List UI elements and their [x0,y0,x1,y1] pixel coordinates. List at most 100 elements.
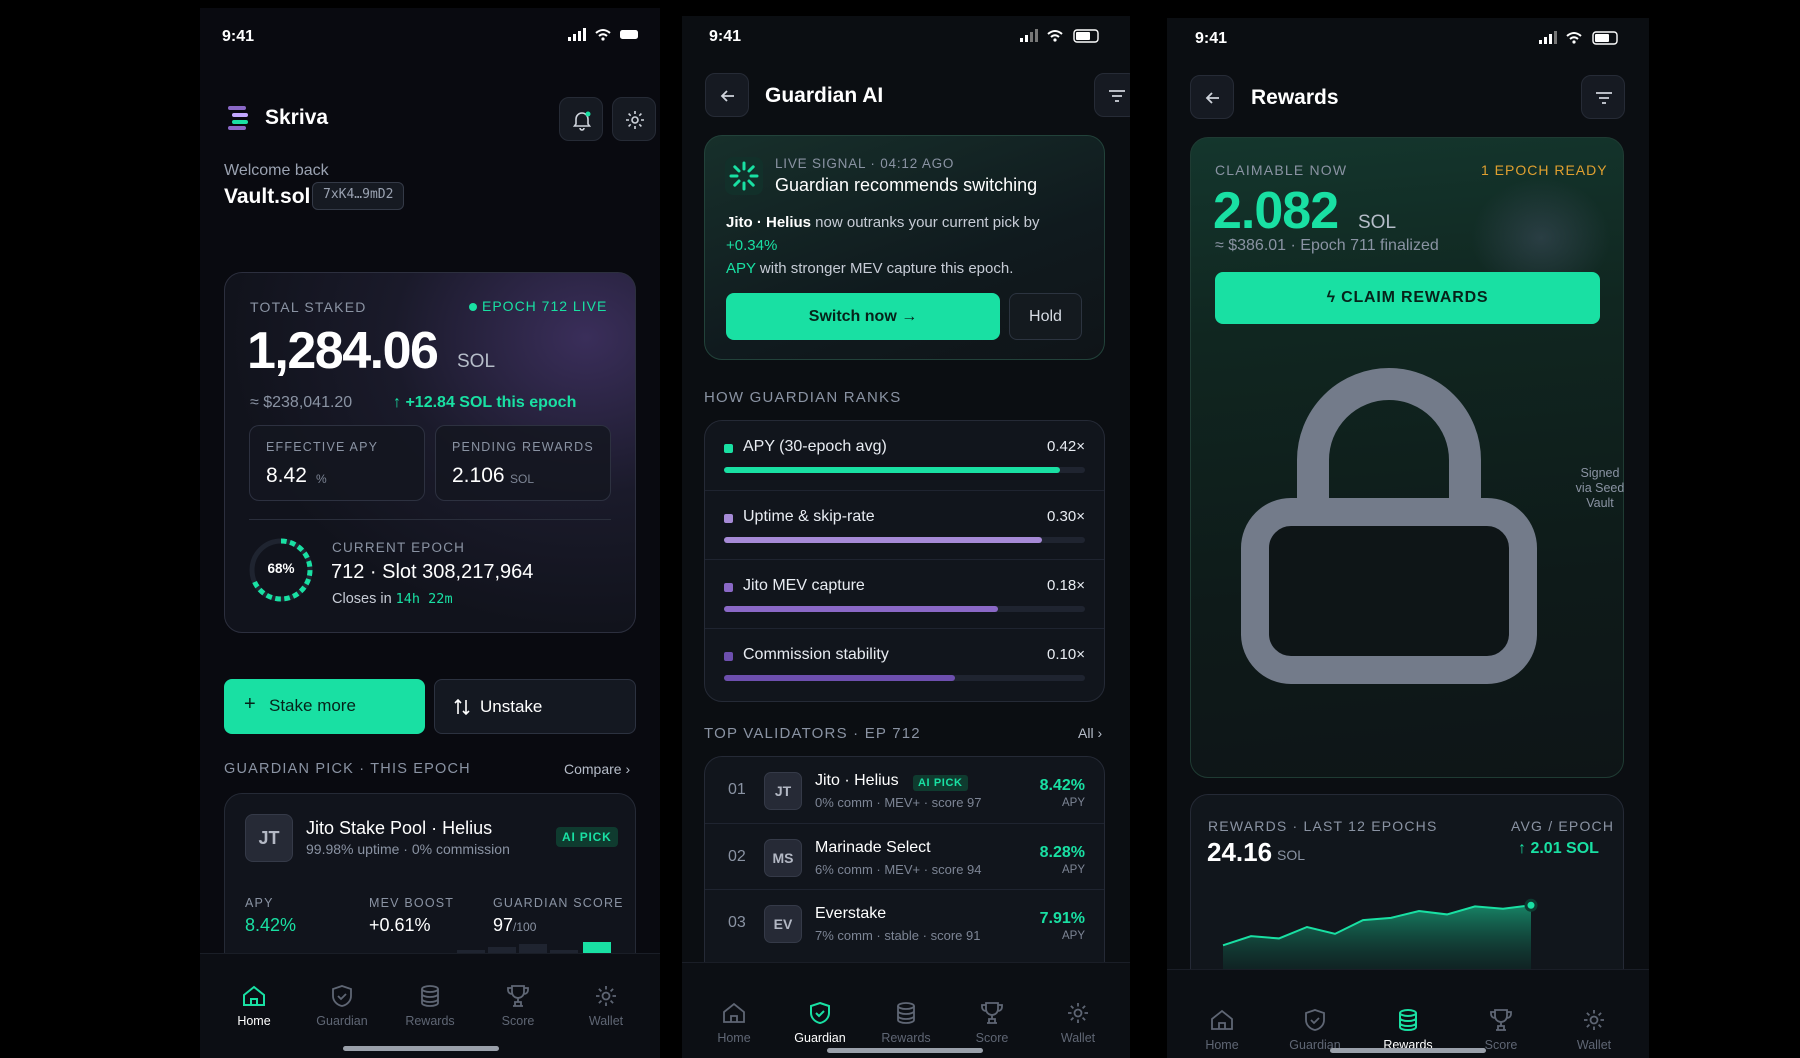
validator-name: Marinade Select [815,839,931,856]
rank-label: APY (30-epoch avg) [743,438,887,455]
filter-button[interactable] [1581,75,1625,119]
nav-wallet[interactable]: Wallet [1038,1001,1118,1045]
rewards-screen: 9:41 Rewards CLAIMABLE NOW 1 EPOCH READY… [1167,18,1649,1058]
stake-more-label: Stake more [269,696,356,715]
validator-avatar: JT [245,814,293,862]
validator-avatar: JT [764,772,802,810]
nav-home-label: Home [237,1014,271,1028]
nav-score-label: Score [1484,1038,1518,1052]
home-indicator [1330,1048,1486,1053]
total-staked-label: TOTAL STAKED [250,299,367,315]
nav-wallet[interactable]: Wallet [1554,1008,1634,1052]
guardian-screen: 9:41 Guardian AI LIVE SIGNAL · 04:12 AGO… [682,16,1130,1058]
bottom-nav: Home Guardian Rewards Score Wallet [200,953,660,1058]
effective-apy-value: 8.42 [266,464,307,487]
switch-now-button[interactable]: Switch now → [726,293,1000,340]
validator-meta: 7% comm · stable · score 91 [815,928,981,943]
bottom-nav: Home Guardian Rewards Score Wallet [1167,969,1649,1058]
gear-icon [1068,1003,1088,1023]
stat-apy-label: APY [245,896,274,910]
stake-more-button[interactable]: + Stake more [224,679,425,734]
validator-rank: 01 [728,781,746,798]
nav-rewards[interactable]: Rewards [866,1001,946,1045]
ranks-card: APY (30-epoch avg) 0.42× Uptime & skip-r… [704,420,1105,702]
stat-score: 97/100 [493,915,536,936]
home-indicator [343,1046,499,1051]
validator-rank: 02 [728,848,746,865]
status-time: 9:41 [709,28,742,45]
shield-icon [1305,1009,1325,1031]
rank-swatch [724,444,733,453]
nav-wallet[interactable]: Wallet [566,984,646,1028]
nav-home[interactable]: Home [694,1001,774,1045]
top-validators-label: TOP VALIDATORS · EP 712 [704,725,921,742]
coins-icon [1399,1009,1417,1032]
rank-row: APY (30-epoch avg) 0.42× [705,421,1104,490]
rank-track [724,537,1085,543]
rank-label: Commission stability [743,646,889,663]
validator-apy: 7.91% [1039,910,1085,927]
status-icons [568,28,640,47]
claim-rewards-button[interactable]: ϟ CLAIM REWARDS [1215,272,1600,324]
nav-wallet-label: Wallet [1060,1031,1096,1045]
rank-row: Jito MEV capture 0.18× [705,559,1104,628]
rank-label: Jito MEV capture [743,577,865,594]
unstake-button[interactable]: Unstake [434,679,636,734]
nav-score[interactable]: Score [952,1001,1032,1045]
rank-swatch [724,583,733,592]
nav-guardian[interactable]: Guardian [302,984,382,1028]
total-usd: ≈ $238,041.20 [250,394,353,411]
claim-value: 2.082 [1213,182,1339,240]
rank-track [724,675,1085,681]
stat-mev-label: MEV BOOST [369,896,455,910]
epoch-change-text: +12.84 SOL this epoch [405,394,577,411]
compare-link[interactable]: Compare › [564,761,630,777]
nav-score[interactable]: Score [478,984,558,1028]
home-indicator [827,1048,983,1053]
hold-button[interactable]: Hold [1009,293,1082,340]
closes-in: Closes in 14h 22m [332,591,453,607]
epoch-progress-text: 68% [267,561,295,576]
total-staked-unit: SOL [457,351,496,372]
validator-row[interactable]: 02 MS Marinade Select 6% comm · MEV+ · s… [705,823,1104,889]
status-time: 9:41 [222,28,255,45]
lightning-icon: ϟ [1326,289,1336,306]
validator-name: Everstake [815,905,887,922]
nav-rewards[interactable]: Rewards [390,984,470,1028]
pending-rewards-tile: PENDING REWARDS 2.106 SOL [435,425,611,501]
notifications-button[interactable] [559,97,603,141]
rewards-total-unit: SOL [1277,847,1306,863]
home-screen: 9:41 Skriva Welcome back Vault.sol 7xK4…… [200,8,660,1058]
shield-icon [332,985,352,1007]
rank-fill [724,606,999,612]
wallet-address[interactable]: 7xK4…9mD2 [312,182,405,210]
avg-value: ↑ 2.01 SOL [1518,840,1599,857]
validator-row[interactable]: 03 EV Everstake 7% comm · stable · score… [705,889,1104,955]
nav-guardian[interactable]: Guardian [1275,1008,1355,1052]
plus-icon: + [244,693,256,715]
nav-rewards[interactable]: Rewards [1368,1008,1448,1052]
back-button[interactable] [705,73,749,117]
claim-unit: SOL [1358,212,1397,233]
validator-name: Jito Stake Pool · Helius [306,818,493,838]
nav-score[interactable]: Score [1461,1008,1541,1052]
nav-home[interactable]: Home [1182,1008,1262,1052]
nav-guardian[interactable]: Guardian [780,1001,860,1045]
effective-apy-tile: EFFECTIVE APY 8.42 % [249,425,425,501]
page-title: Rewards [1251,86,1339,109]
home-icon [1211,1009,1233,1030]
rank-row: Uptime & skip-rate 0.30× [705,490,1104,559]
nav-wallet-label: Wallet [588,1014,624,1028]
rewards-chart-card: REWARDS · LAST 12 EPOCHS AVG / EPOCH 24.… [1190,794,1624,994]
lock-icon [1241,368,1537,684]
rank-fill [724,537,1042,543]
settings-button[interactable] [612,97,656,141]
arrow-left-icon [720,90,734,102]
filter-button[interactable] [1094,73,1130,117]
rewards-total: 24.16 [1207,837,1273,867]
nav-home[interactable]: Home [214,984,294,1028]
validator-row[interactable]: 01 JT Jito · Helius AI PICK 0% comm · ME… [705,757,1104,823]
back-button[interactable] [1190,75,1234,119]
all-validators-link[interactable]: All › [1078,725,1102,741]
closes-in-label: Closes in [332,591,392,607]
